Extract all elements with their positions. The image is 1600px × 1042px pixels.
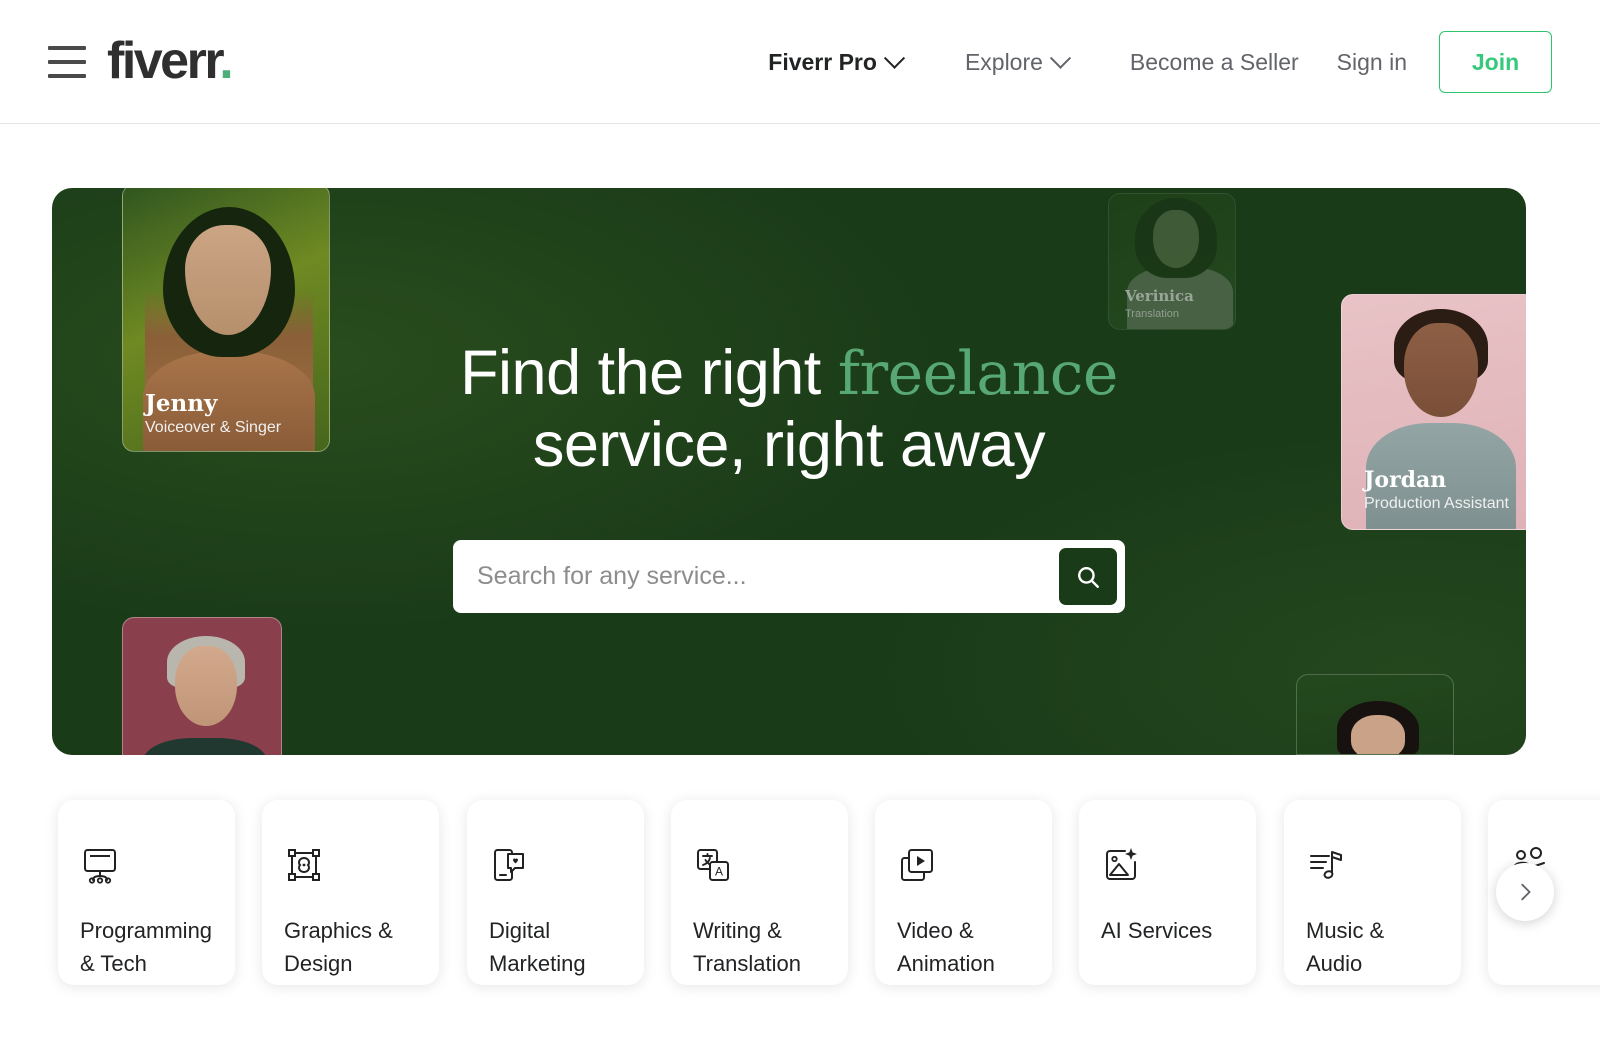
category-label: Writing & Translation xyxy=(693,918,802,976)
nav-item-become-a-seller[interactable]: Become a Seller xyxy=(1130,49,1299,76)
category-card-video-animation[interactable]: Video & Animation xyxy=(875,800,1052,985)
hero-search-bar xyxy=(453,540,1125,613)
image-sparkle-icon xyxy=(1106,848,1137,880)
hero-title-line1-plain: Find the right xyxy=(460,338,838,408)
category-label: Graphics & Design xyxy=(284,918,393,976)
music-note-icon xyxy=(1310,851,1342,879)
chevron-down-icon xyxy=(1049,47,1072,69)
category-card-programming-tech[interactable]: Programming & Tech xyxy=(58,800,235,985)
category-label: Video & Animation xyxy=(897,918,995,976)
design-frame-icon xyxy=(288,849,320,881)
fiverr-logo[interactable]: fiverr. xyxy=(107,30,234,92)
hero-title: Find the right freelance service, right … xyxy=(52,338,1526,481)
hamburger-icon[interactable] xyxy=(48,46,86,78)
nav-label: Explore xyxy=(964,48,1043,75)
category-label: Digital Marketing xyxy=(489,918,586,976)
search-button[interactable] xyxy=(1059,548,1117,605)
category-card-digital-marketing[interactable]: Digital Marketing xyxy=(467,800,644,985)
category-card-music-audio[interactable]: Music & Audio xyxy=(1284,800,1461,985)
hamburger-bar xyxy=(48,60,86,64)
chevron-down-icon xyxy=(883,47,906,69)
hero-content: Find the right freelance service, right … xyxy=(52,188,1526,755)
nav-label: Become a Seller xyxy=(1129,48,1299,75)
hamburger-bar xyxy=(48,74,86,78)
nav-item-fiverr-pro[interactable]: Fiverr Pro xyxy=(768,47,906,76)
nav-item-explore[interactable]: Explore xyxy=(964,47,1072,76)
logo-dot: . xyxy=(219,32,233,90)
category-card-ai-services[interactable]: AI Services xyxy=(1079,800,1256,985)
hero-banner: Jenny Voiceover & Singer Verinica Transl… xyxy=(52,188,1526,755)
nav-label: Fiverr Pro xyxy=(768,48,877,75)
category-label: Music & Audio xyxy=(1306,918,1385,976)
phone-heart-icon xyxy=(494,849,524,881)
monitor-icon xyxy=(84,849,116,884)
category-label: Programming & Tech xyxy=(80,918,213,976)
search-input[interactable] xyxy=(453,541,1059,612)
hero-title-line2: service, right away xyxy=(532,410,1046,480)
hero-title-accent: freelance xyxy=(837,339,1119,409)
category-card-writing-translation[interactable]: A Writing & Translation xyxy=(671,800,848,985)
join-button[interactable]: Join xyxy=(1439,31,1552,93)
primary-nav: Fiverr Pro Explore Become a Seller Sign … xyxy=(768,0,1600,124)
translate-icon: A xyxy=(697,849,729,881)
svg-text:A: A xyxy=(715,865,723,879)
logo-text: fiverr xyxy=(107,32,222,90)
category-card-graphics-design[interactable]: Graphics & Design xyxy=(262,800,439,985)
category-carousel: Programming & Tech Graphics & Design Dig… xyxy=(0,800,1600,990)
search-icon xyxy=(1078,566,1099,588)
category-label: AI Services xyxy=(1101,918,1213,943)
hamburger-bar xyxy=(48,46,86,50)
carousel-next-button[interactable] xyxy=(1496,863,1554,921)
chevron-right-icon xyxy=(1521,883,1531,901)
nav-item-sign-in[interactable]: Sign in xyxy=(1337,49,1407,76)
video-play-icon xyxy=(901,849,933,881)
site-header: fiverr. Fiverr Pro Explore Become a Sell… xyxy=(0,0,1600,124)
nav-label: Sign in xyxy=(1336,48,1407,75)
